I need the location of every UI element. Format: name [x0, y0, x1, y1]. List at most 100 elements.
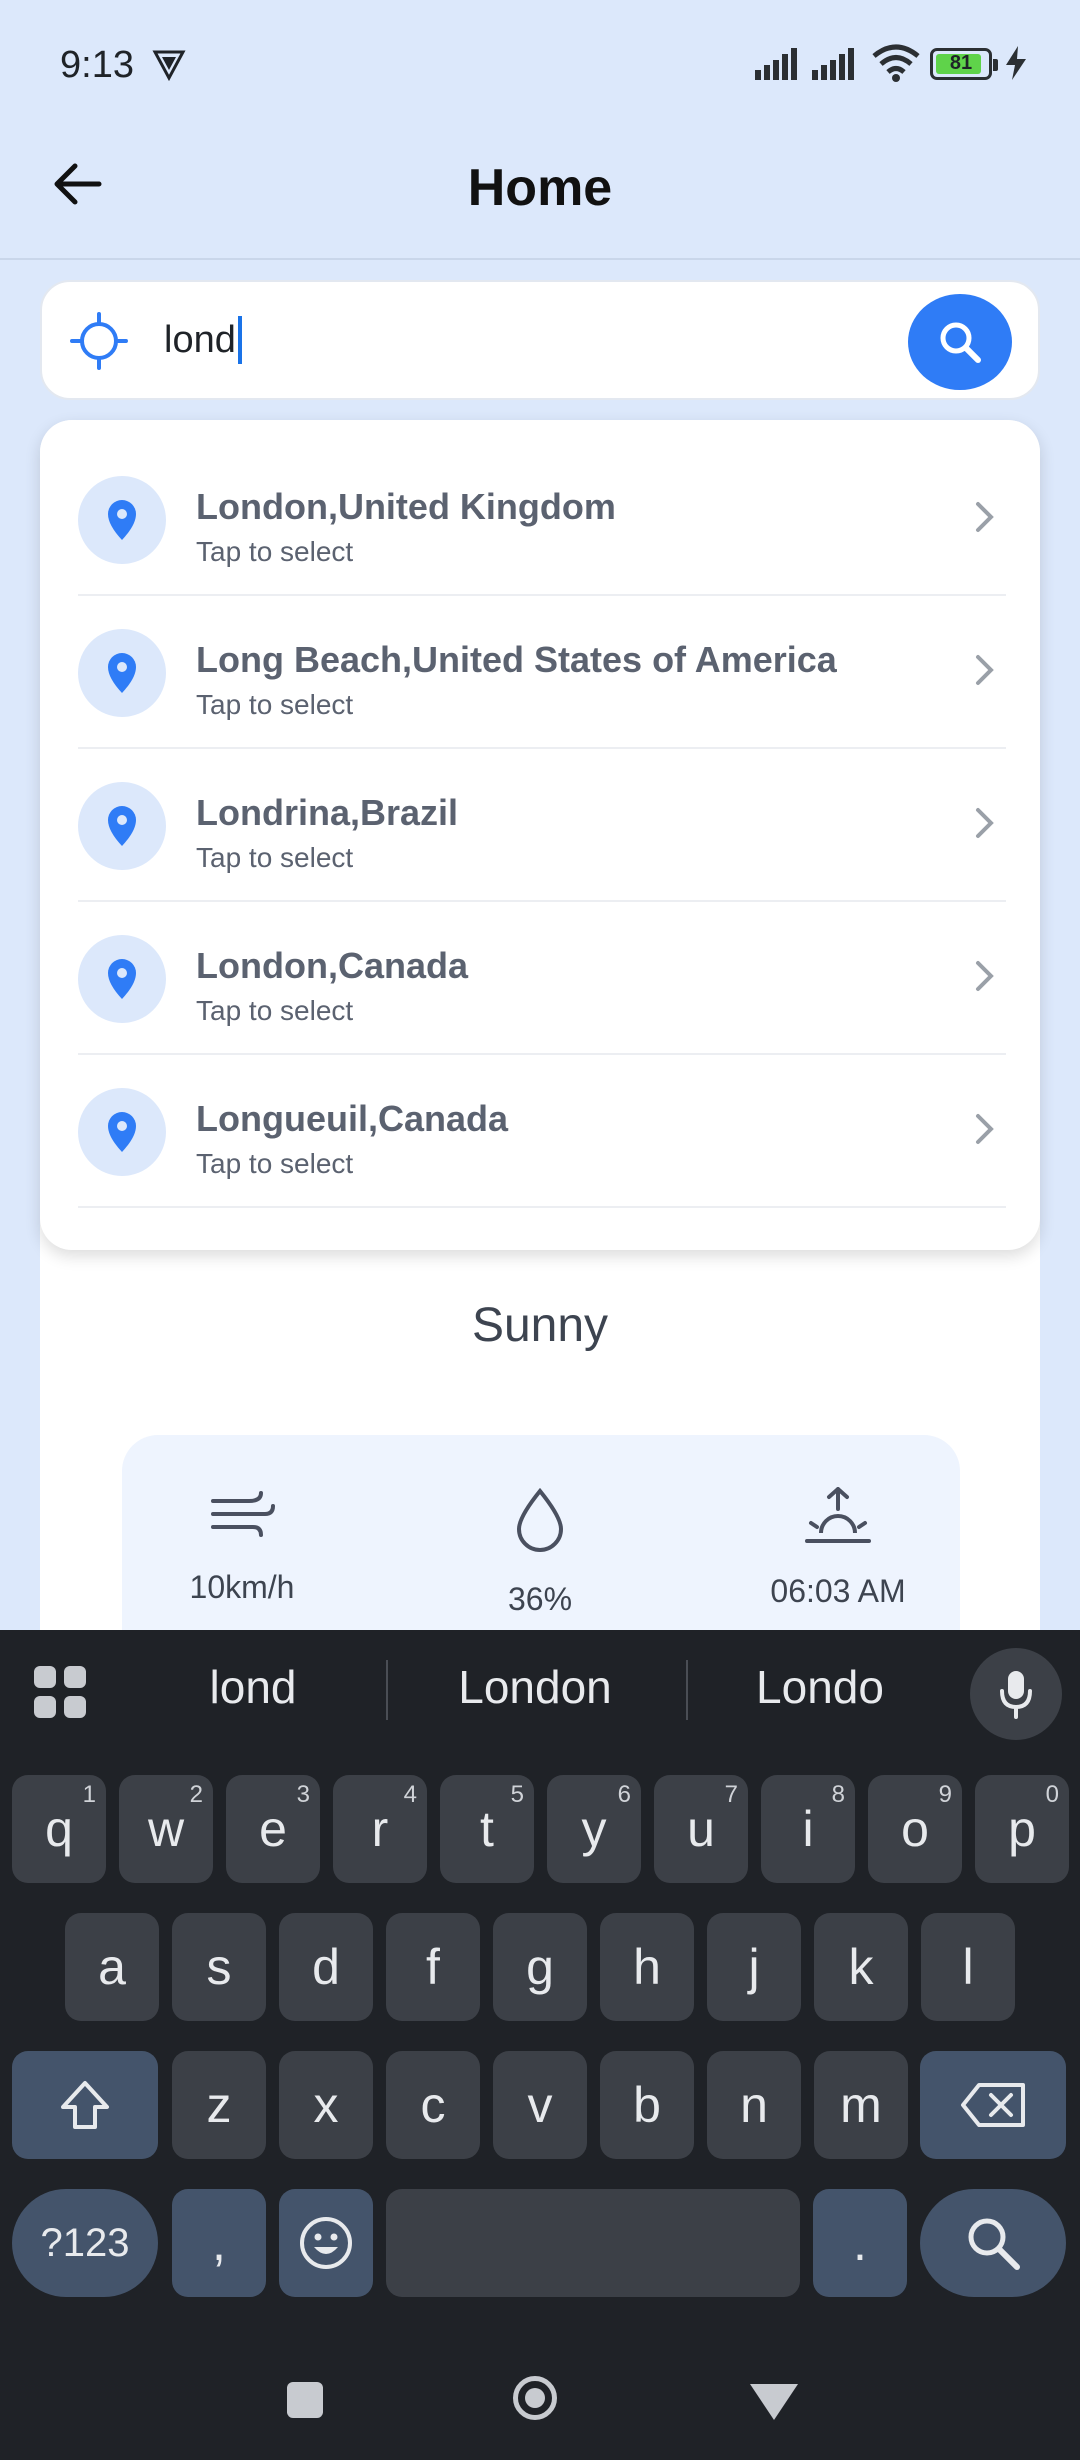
key-hint: 1 [82, 1781, 96, 1808]
backspace-key[interactable] [920, 2051, 1066, 2159]
emoji-icon [300, 2217, 352, 2269]
back-nav-button[interactable] [750, 2384, 798, 2420]
search-key[interactable] [920, 2189, 1066, 2297]
suggestion-name: Long Beach,United States of America [196, 639, 837, 680]
suggestion-item[interactable]: Londrina,Brazil Tap to select [78, 748, 1006, 902]
search-query-text: lond [164, 318, 236, 361]
key-j[interactable]: j [707, 1913, 801, 2021]
key-label: ?123 [40, 2220, 130, 2265]
key-u[interactable]: u7 [654, 1775, 748, 1883]
key-d[interactable]: d [279, 1913, 373, 2021]
search-icon [940, 322, 981, 363]
key-t[interactable]: t5 [440, 1775, 534, 1883]
key-b[interactable]: b [600, 2051, 694, 2159]
apps-grid-icon[interactable] [32, 1664, 88, 1720]
recents-button[interactable] [287, 2382, 323, 2418]
key-label: g [526, 1939, 554, 1995]
chevron-right-icon [976, 502, 994, 532]
suggestion-name: Longueuil,Canada [196, 1098, 509, 1139]
key-f[interactable]: f [386, 1913, 480, 2021]
suggestions-list: London,United Kingdom Tap to select Long B… [40, 420, 1040, 1250]
key-v[interactable]: v [493, 2051, 587, 2159]
key-label: o [901, 1801, 929, 1857]
key-k[interactable]: k [814, 1913, 908, 2021]
key-h[interactable]: h [600, 1913, 694, 2021]
suggestion-item[interactable]: Longueuil,Canada Tap to select [78, 1054, 1006, 1208]
key-o[interactable]: o9 [868, 1775, 962, 1883]
chevron-right-icon [976, 808, 994, 838]
emoji-key[interactable] [279, 2189, 373, 2297]
key-hint: 6 [617, 1781, 631, 1808]
sunrise-value: 06:03 AM [770, 1573, 906, 1609]
wifi-icon [872, 44, 920, 82]
key-i[interactable]: i8 [761, 1775, 855, 1883]
suggestion-item[interactable]: London,United Kingdom Tap to select [78, 442, 1006, 596]
my-location-icon[interactable] [70, 312, 128, 370]
suggestion-item[interactable]: London,Canada Tap to select [78, 901, 1006, 1055]
key-c[interactable]: c [386, 2051, 480, 2159]
word-suggestion[interactable]: London [400, 1660, 670, 1714]
sunrise-icon [805, 1487, 871, 1543]
key-label: w [147, 1801, 185, 1857]
word-suggestion[interactable]: Londo [685, 1660, 955, 1714]
suggestion-hint: Tap to select [196, 536, 354, 567]
key-label: x [313, 2077, 339, 2133]
key-label: e [259, 1801, 287, 1857]
vpn-icon [152, 50, 186, 82]
search-input[interactable]: lond [164, 310, 242, 370]
water-drop-icon [516, 1487, 564, 1552]
location-pin-icon [108, 500, 136, 540]
suggestion-hint: Tap to select [196, 842, 354, 873]
voice-input-button[interactable] [970, 1648, 1062, 1740]
chevron-right-icon [976, 655, 994, 685]
location-pin-icon [108, 653, 136, 693]
key-label: , [212, 2215, 226, 2271]
key-label: n [740, 2077, 768, 2133]
key-hint: 7 [724, 1781, 738, 1808]
chevron-right-icon [976, 1114, 994, 1144]
key-q[interactable]: q1 [12, 1775, 106, 1883]
word-suggestion[interactable]: lond [118, 1660, 388, 1714]
location-pin-icon [108, 806, 136, 846]
key-label: q [45, 1801, 73, 1857]
key-x[interactable]: x [279, 2051, 373, 2159]
shift-key[interactable] [12, 2051, 158, 2159]
key-a[interactable]: a [65, 1913, 159, 2021]
battery-icon: 81 [930, 48, 998, 80]
location-pin-icon [108, 1112, 136, 1152]
pin-icon-badge [78, 629, 166, 717]
key-r[interactable]: r4 [333, 1775, 427, 1883]
period-key[interactable]: . [813, 2189, 907, 2297]
key-label: b [633, 2077, 661, 2133]
space-key[interactable] [386, 2189, 800, 2297]
key-g[interactable]: g [493, 1913, 587, 2021]
home-button[interactable] [513, 2376, 557, 2420]
comma-key[interactable]: , [172, 2189, 266, 2297]
search-button[interactable] [908, 294, 1012, 390]
key-e[interactable]: e3 [226, 1775, 320, 1883]
key-label: d [312, 1939, 340, 1995]
key-label: u [687, 1801, 715, 1857]
key-s[interactable]: s [172, 1913, 266, 2021]
key-p[interactable]: p0 [975, 1775, 1069, 1883]
key-label: r [371, 1801, 389, 1857]
key-label: y [581, 1801, 607, 1857]
key-m[interactable]: m [814, 2051, 908, 2159]
search-bar: lond [40, 280, 1040, 400]
wind-value: 10km/h [189, 1569, 295, 1605]
symbols-key[interactable]: ?123 [12, 2189, 158, 2297]
microphone-icon [1000, 1671, 1032, 1719]
charging-icon [1006, 46, 1026, 80]
status-bar: 9:13 81 [0, 0, 1080, 130]
suggestion-item[interactable]: Long Beach,United States of America Tap t… [78, 595, 1006, 749]
key-l[interactable]: l [921, 1913, 1015, 2021]
key-y[interactable]: y6 [547, 1775, 641, 1883]
key-n[interactable]: n [707, 2051, 801, 2159]
pin-icon-badge [78, 782, 166, 870]
shift-icon [61, 2081, 109, 2129]
key-z[interactable]: z [172, 2051, 266, 2159]
key-label: p [1008, 1801, 1036, 1857]
key-w[interactable]: w2 [119, 1775, 213, 1883]
suggestion-name: London,United Kingdom [196, 486, 616, 527]
cell-signal-icon [755, 48, 797, 80]
